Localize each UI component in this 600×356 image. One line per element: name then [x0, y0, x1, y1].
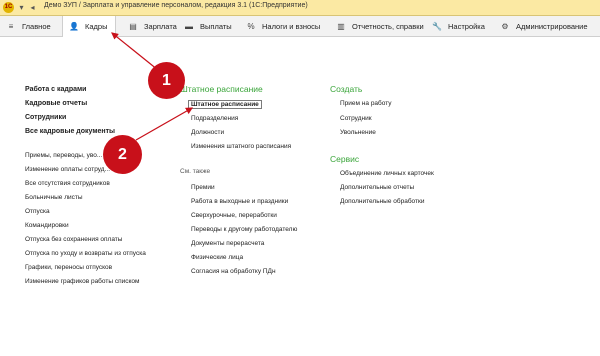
link-departments[interactable]: Подразделения [191, 115, 238, 122]
hamburger-icon: ≡ [8, 21, 14, 31]
link-all-hr-docs[interactable]: Все кадровые документы [25, 128, 115, 135]
menu-item-label: Администрирование [516, 21, 588, 31]
callout-badge-2: 2 [103, 135, 142, 174]
link-vacations[interactable]: Отпуска [25, 208, 50, 215]
link-sick-leaves[interactable]: Больничные листы [25, 194, 83, 201]
menu-item-payments[interactable]: ▬ Выплаты [184, 16, 232, 36]
link-pd-consents[interactable]: Согласия на обработку ПДн [191, 268, 276, 275]
menu-icon[interactable]: ▾ [17, 3, 26, 12]
menu-item-label: Налоги и взносы [262, 21, 321, 31]
arrow-2 [135, 107, 194, 141]
menu-item-reports[interactable]: ▥ Отчетность, справки [336, 16, 424, 36]
menu-item-label: Главное [22, 21, 51, 31]
link-bonuses[interactable]: Премии [191, 184, 215, 191]
percent-icon: % [247, 21, 255, 31]
link-individuals[interactable]: Физические лица [191, 254, 243, 261]
link-positions[interactable]: Должности [191, 129, 224, 136]
section-title-create: Создать [330, 84, 363, 94]
menu-item-settings[interactable]: 🔧 Настройка [432, 16, 485, 36]
link-absences[interactable]: Все отсутствия сотрудников [25, 180, 110, 187]
link-overtime[interactable]: Сверхурочные, переработки [191, 212, 277, 219]
menu-item-main[interactable]: ≡ Главное [6, 16, 51, 36]
gear-icon: ⚙ [501, 21, 509, 31]
link-employees[interactable]: Сотрудники [25, 114, 66, 121]
document-icon: ▤ [129, 21, 137, 31]
back-icon[interactable]: ◂ [28, 3, 37, 12]
window-title: Демо ЗУП / Зарплата и управление персона… [44, 2, 308, 9]
menu-item-taxes[interactable]: % Налоги и взносы [246, 16, 320, 36]
people-icon: 👤 [69, 22, 79, 31]
link-hr-reports[interactable]: Кадровые отчеты [25, 100, 87, 107]
link-staffing-table[interactable]: Штатное расписание [188, 100, 262, 109]
link-merge-cards[interactable]: Объединение личных карточек [340, 170, 434, 177]
annotation-arrows [111, 32, 194, 141]
callout-badge-1: 1 [148, 62, 185, 99]
link-create-employee[interactable]: Сотрудник [340, 115, 372, 122]
section-title-staffing: Штатное расписание [180, 84, 263, 94]
link-unpaid-leaves[interactable]: Отпуска без сохранения оплаты [25, 236, 122, 243]
menu-item-label: Выплаты [200, 21, 232, 31]
report-icon: ▥ [337, 21, 345, 31]
link-create-hiring[interactable]: Прием на работу [340, 100, 392, 107]
link-vacation-schedules[interactable]: Графики, переносы отпусков [25, 264, 112, 271]
link-extra-reports[interactable]: Дополнительные отчеты [340, 184, 414, 191]
link-hirings[interactable]: Приемы, переводы, уво... [25, 152, 102, 159]
link-hr-work[interactable]: Работа с кадрами [25, 86, 87, 93]
window-titlebar: 1C ▾ ◂ Демо ЗУП / Зарплата и управление … [0, 0, 600, 16]
menu-item-label: Кадры [85, 22, 108, 31]
wrench-icon: 🔧 [432, 21, 442, 31]
see-also-label: См. также [180, 168, 211, 175]
menu-item-label: Зарплата [144, 21, 177, 31]
menu-item-label: Отчетность, справки [352, 21, 424, 31]
link-create-dismissal[interactable]: Увольнение [340, 129, 376, 136]
menu-item-hr[interactable]: 👤 Кадры [62, 16, 117, 37]
link-staffing-changes[interactable]: Изменения штатного расписания [191, 143, 291, 150]
link-business-trips[interactable]: Командировки [25, 222, 69, 229]
link-work-schedule-changes[interactable]: Изменение графиков работы списком [25, 278, 139, 285]
link-transfers[interactable]: Переводы к другому работодателю [191, 226, 297, 233]
link-parental-leaves[interactable]: Отпуска по уходу и возвраты из отпуска [25, 250, 146, 257]
menu-item-label: Настройка [448, 21, 485, 31]
link-recalculations[interactable]: Документы перерасчета [191, 240, 264, 247]
wallet-icon: ▬ [185, 21, 193, 31]
link-extra-processing[interactable]: Дополнительные обработки [340, 198, 424, 205]
menu-item-admin[interactable]: ⚙ Администрирование [500, 16, 588, 36]
section-title-service: Сервис [330, 154, 360, 164]
menu-item-salary[interactable]: ▤ Зарплата [128, 16, 177, 36]
app-logo-icon: 1C [3, 2, 14, 13]
section-menubar: ≡ Главное 👤 Кадры ▤ Зарплата ▬ Выплаты %… [0, 16, 600, 37]
link-pay-changes[interactable]: Изменение оплаты сотруд... [25, 166, 110, 173]
link-weekend-work[interactable]: Работа в выходные и праздники [191, 198, 288, 205]
arrow-1 [111, 32, 159, 71]
